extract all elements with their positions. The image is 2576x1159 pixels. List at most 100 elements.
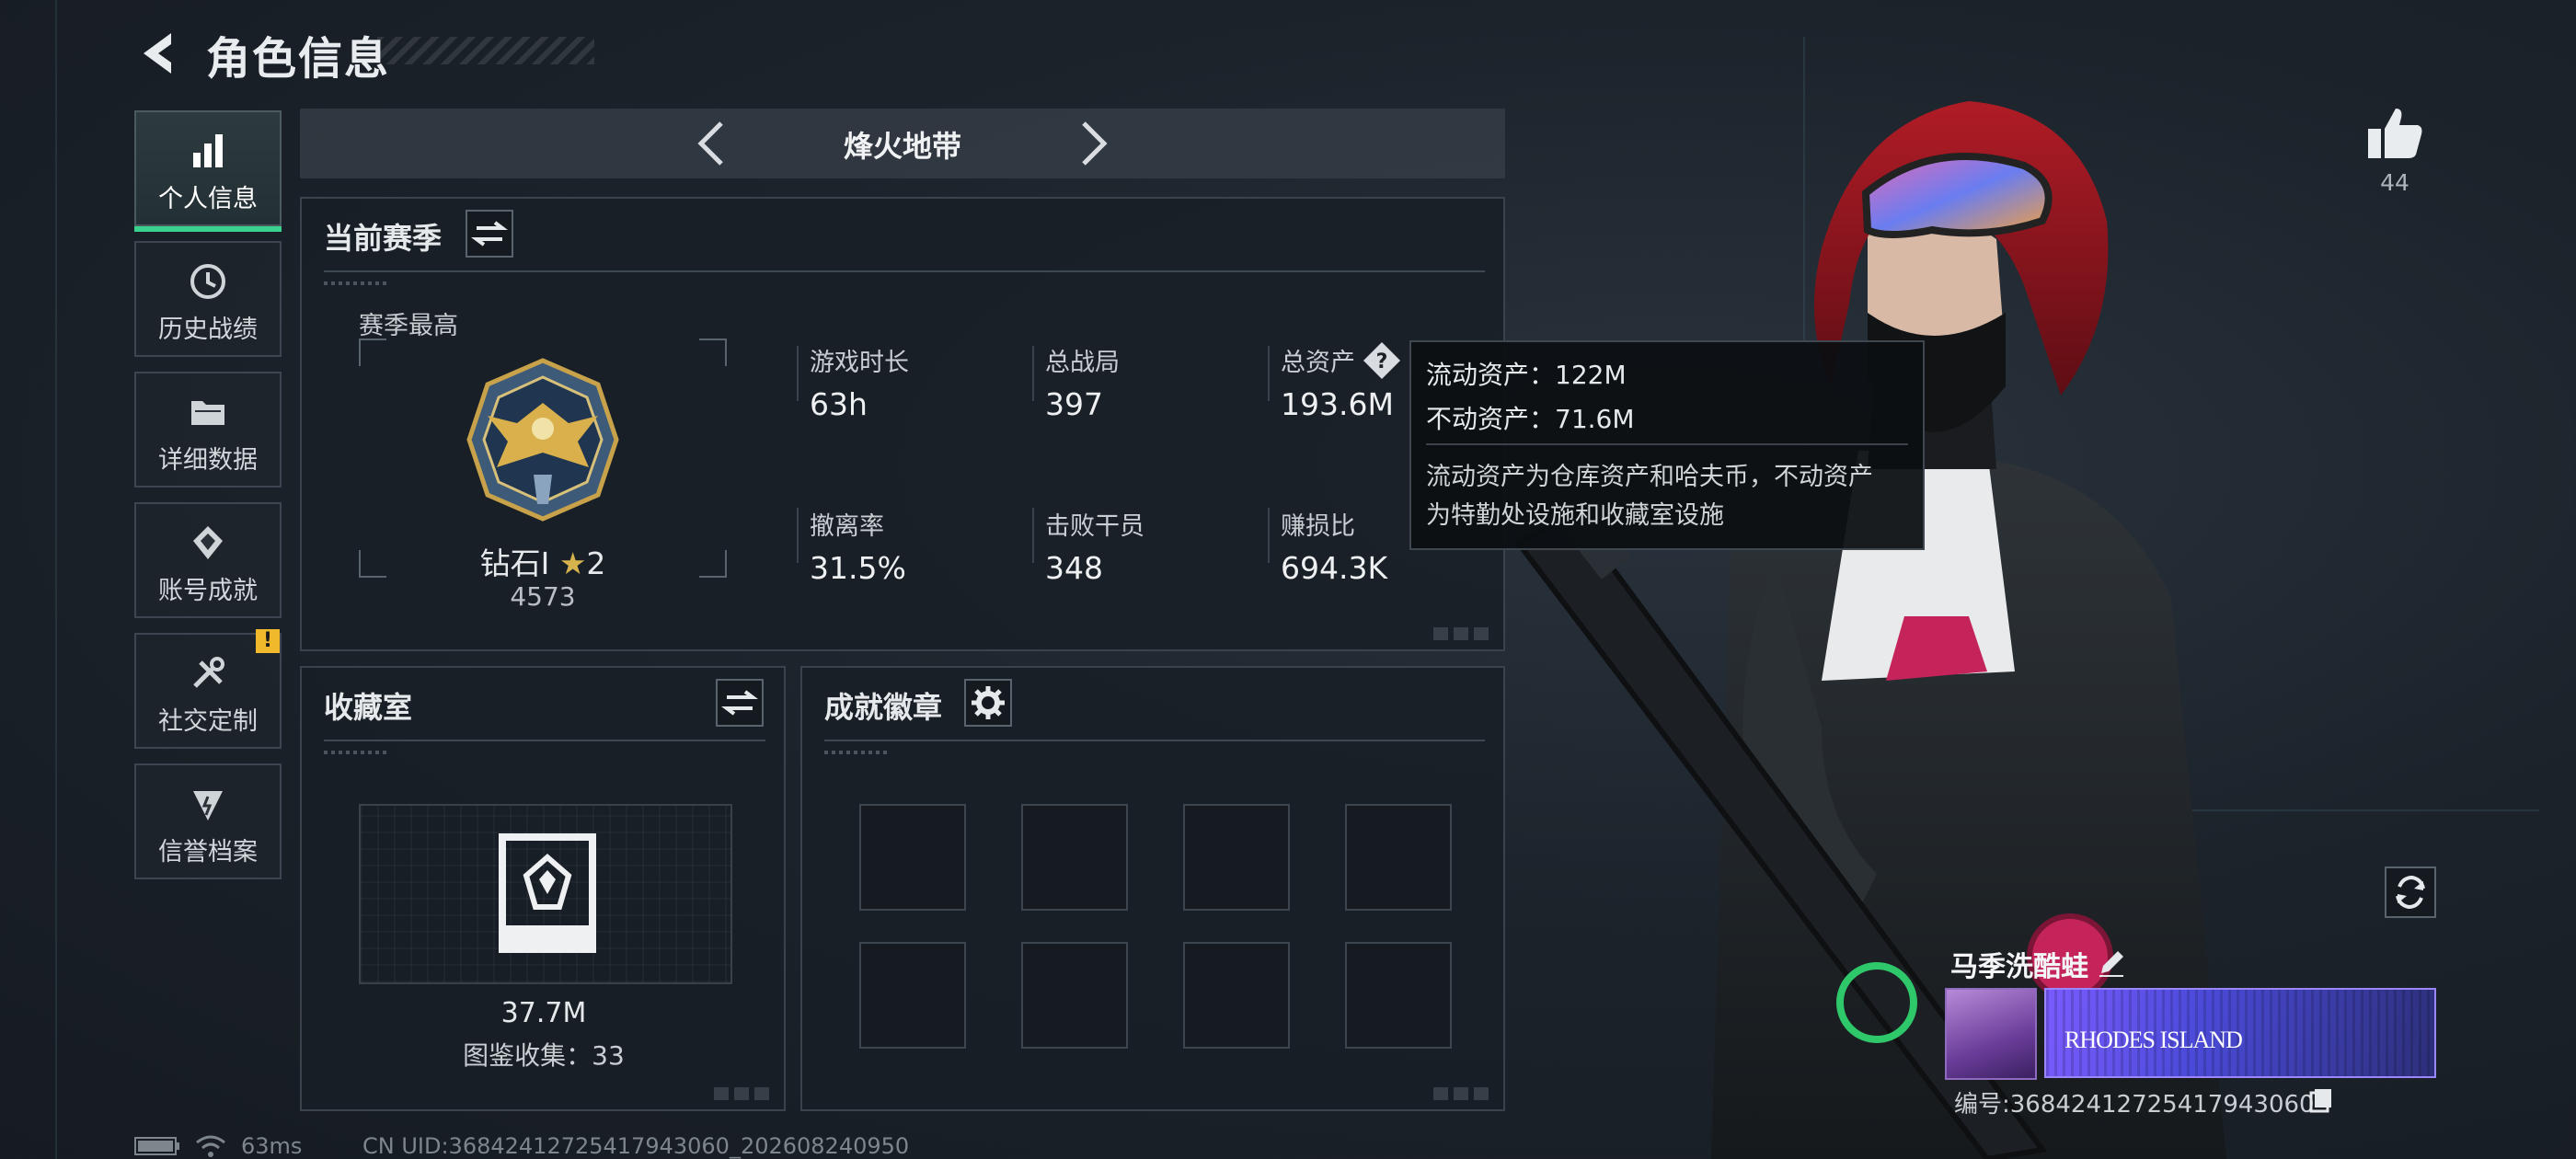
divider-tick [324, 281, 388, 285]
sidebar-item-label: 信誉档案 [158, 838, 258, 866]
stat-label: 撤离率 [810, 512, 884, 541]
refresh-icon [2396, 875, 2425, 910]
sidebar-item-details[interactable]: 详细数据 [134, 372, 282, 488]
page-title: 角色信息 [206, 33, 391, 85]
divider [324, 270, 1485, 272]
season-panel: 当前赛季 赛季最高 钻石I ★2 4573 游戏时长 63h 总战局 397 总… [300, 197, 1505, 651]
badges-title: 成就徽章 [824, 690, 943, 725]
badge-slot[interactable] [1345, 804, 1452, 911]
mode-next-button[interactable] [1064, 116, 1119, 175]
collection-switch-button[interactable] [716, 679, 764, 727]
collection-title: 收藏室 [324, 690, 413, 725]
title-decoration [377, 37, 594, 64]
sidebar-item-history[interactable]: 历史战绩 [134, 241, 282, 357]
badge-slot[interactable] [859, 804, 966, 911]
back-button[interactable] [134, 28, 186, 79]
like-count: 44 [2380, 169, 2409, 196]
diamond-rank-emblem-icon [466, 358, 619, 522]
sidebar-item-achievements[interactable]: 账号成就 [134, 502, 282, 618]
copy-icon [2309, 1089, 2331, 1113]
stat-label: 击败干员 [1045, 512, 1144, 541]
rank-stars: 2 [586, 545, 606, 581]
pencil-icon [2099, 951, 2123, 977]
history-icon [190, 264, 225, 299]
banner-text: RHODES ISLAND [2064, 1027, 2243, 1053]
badge-slot[interactable] [1183, 942, 1290, 1049]
player-name: 马季洗酷蛙 [1950, 951, 2088, 983]
stat-label: 游戏时长 [810, 349, 909, 377]
stat-value: 31.5% [810, 550, 906, 586]
rank-name-text: 钻石I [479, 545, 550, 581]
player-banner[interactable]: RHODES ISLAND [2044, 988, 2436, 1078]
sidebar-item-label: 详细数据 [158, 446, 258, 475]
help-icon: ? [1363, 342, 1400, 379]
wifi-icon [195, 1133, 226, 1159]
chevron-right-icon [1082, 121, 1108, 166]
tooltip-fixed-assets: 不动资产：71.6M [1426, 404, 1635, 434]
rank-name: 钻石I ★2 [359, 539, 727, 583]
edit-name-button[interactable] [2096, 946, 2129, 982]
tooltip-description: 为特勤处设施和收藏室设施 [1426, 501, 1724, 530]
asset-tooltip: 流动资产：122M 不动资产：71.6M 流动资产为仓库资产和哈夫币，不动资产 … [1409, 340, 1925, 550]
divider-tick [824, 751, 889, 754]
mode-selector: 烽火地带 [300, 109, 1505, 178]
asset-help-button[interactable]: ? [1362, 340, 1402, 384]
badges-settings-button[interactable] [964, 679, 1012, 727]
divider [824, 740, 1485, 741]
copy-uid-button[interactable] [2307, 1085, 2335, 1117]
footer-uid: CN UID:368424127254179430​60_20260824095… [362, 1133, 910, 1159]
notification-badge: ! [256, 629, 280, 653]
achievement-icon [193, 526, 223, 559]
divider [1426, 443, 1908, 445]
sidebar-item-label: 社交定制 [158, 707, 258, 736]
stat-value: 348 [1045, 550, 1103, 586]
ping-indicator: 63ms [241, 1133, 303, 1159]
sidebar-item-label: 账号成就 [158, 577, 258, 605]
battery-icon [134, 1137, 180, 1159]
sidebar-item-label: 历史战绩 [158, 316, 258, 344]
svg-text:?: ? [1376, 350, 1388, 373]
tooltip-liquid-assets: 流动资产：122M [1426, 360, 1627, 390]
decor-line [55, 0, 57, 1159]
badge-slot[interactable] [1183, 804, 1290, 911]
thumbs-up-icon [2368, 109, 2422, 158]
collection-display[interactable] [359, 804, 732, 984]
gear-icon [972, 686, 1005, 719]
mode-title: 烽火地带 [843, 129, 961, 164]
like-button[interactable] [2364, 103, 2425, 167]
collection-value: 37.7M [500, 997, 587, 1029]
badge-slot[interactable] [1021, 942, 1128, 1049]
season-best-label: 赛季最高 [359, 312, 458, 340]
season-switch-button[interactable] [466, 210, 513, 258]
sidebar-item-profile[interactable]: 个人信息 [134, 110, 282, 232]
season-title: 当前赛季 [324, 221, 443, 256]
stat-value: 694.3K [1281, 550, 1388, 586]
player-uid: 编号:368424127254179430​60 [1954, 1091, 2315, 1119]
badge-slot[interactable] [859, 942, 966, 1049]
divider [324, 740, 765, 741]
folder-icon [191, 401, 224, 425]
rank-score: 4573 [510, 581, 576, 612]
avatar[interactable] [1945, 988, 2037, 1080]
badges-panel: 成就徽章 [800, 666, 1505, 1111]
stat-label: 总战局 [1045, 349, 1120, 377]
collection-panel: 收藏室 37.7M 图鉴收集：33 [300, 666, 786, 1111]
badge-slot[interactable] [1021, 804, 1128, 911]
tools-icon [193, 657, 224, 688]
rotate-character-button[interactable] [2385, 866, 2436, 918]
tooltip-description: 流动资产为仓库资产和哈夫币，不动资产 [1426, 463, 1873, 491]
display-case-icon [499, 833, 596, 953]
collection-count: 图鉴收集：33 [463, 1040, 625, 1071]
corner-decoration [714, 1087, 771, 1100]
star-icon: ★ [558, 545, 587, 581]
bar-chart-icon [193, 134, 223, 167]
divider-tick [324, 751, 388, 754]
sidebar-item-label: 个人信息 [158, 185, 258, 213]
stat-label: 总资产 [1281, 349, 1355, 377]
badge-slot[interactable] [1345, 942, 1452, 1049]
swap-icon [471, 221, 508, 247]
sidebar-item-credit[interactable]: 信誉档案 [134, 763, 282, 879]
swap-icon [721, 690, 758, 716]
back-arrow-icon [144, 33, 171, 74]
stat-value: 193.6M [1281, 386, 1394, 422]
